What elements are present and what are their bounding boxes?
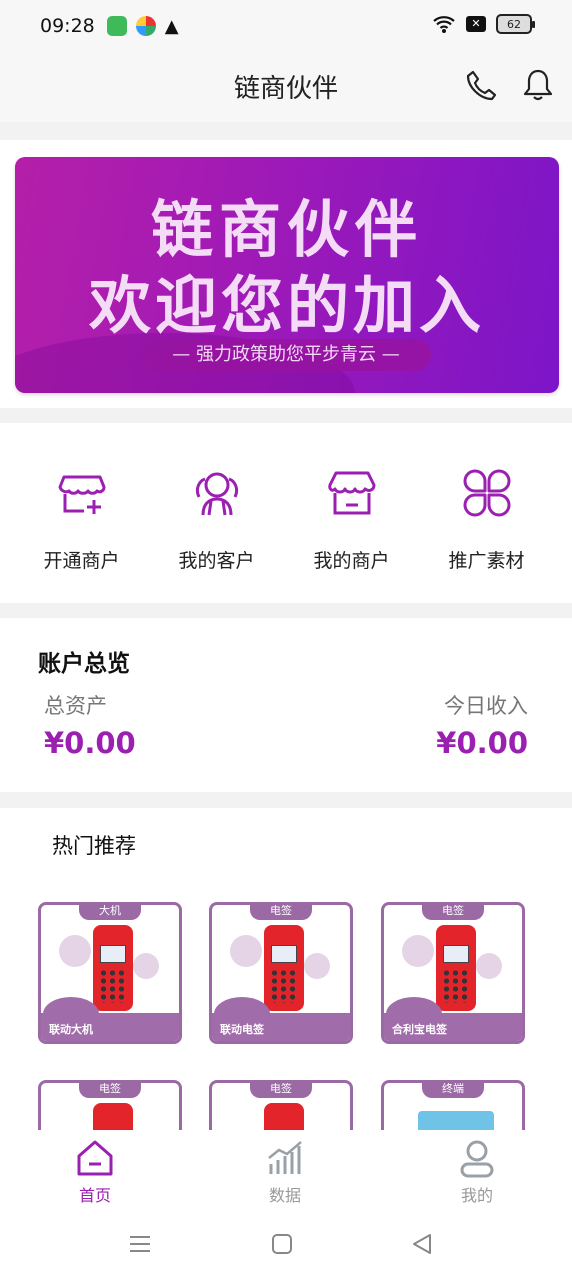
pos-terminal-image: [93, 1103, 133, 1130]
quick-action-my-customers[interactable]: 我的客户: [145, 423, 288, 603]
quick-action-label: 开通商户: [43, 550, 120, 572]
total-assets-label: 总资产: [44, 694, 107, 718]
home-icon: [77, 1140, 113, 1176]
shop-icon: [328, 471, 376, 515]
pos-screen: [100, 945, 126, 963]
banner-line-2: 欢迎您的加入: [88, 269, 485, 342]
grid-clover-icon: [463, 469, 511, 517]
warning-icon: ▲: [164, 15, 179, 37]
product-card[interactable]: 电签: [209, 1080, 353, 1130]
notification-app-icon: [106, 16, 127, 36]
menu-icon[interactable]: [128, 1232, 152, 1256]
tab-label: 首页: [78, 1186, 111, 1205]
pos-terminal-image: [436, 925, 476, 1011]
pos-screen: [271, 945, 297, 963]
back-icon[interactable]: [410, 1232, 434, 1256]
pos-keys: [270, 969, 298, 1003]
tab-label: 我的: [460, 1186, 493, 1205]
product-tag: 终端: [422, 1083, 484, 1098]
battery-level: 62: [507, 17, 521, 31]
promo-banner[interactable]: 链商伙伴 欢迎您的加入 — 强力政策助您平步青云 —: [15, 157, 559, 393]
quick-action-open-merchant[interactable]: 开通商户: [10, 423, 153, 603]
hot-recommendations: 热门推荐 大机 联动大机 电签 联动电签 电签 合利宝电签 电签 电签 终端: [0, 808, 572, 1130]
quick-action-promo-materials[interactable]: 推广素材: [415, 423, 558, 603]
product-card[interactable]: 大机 联动大机: [38, 902, 182, 1044]
today-income-label: 今日收入: [444, 694, 528, 718]
product-card[interactable]: 终端: [381, 1080, 525, 1130]
decor-dot: [402, 935, 434, 967]
battery-indicator: 62: [496, 14, 535, 34]
account-title: 账户总览: [38, 651, 130, 677]
decor-dot: [476, 953, 502, 979]
pos-keys: [442, 969, 470, 1003]
section-title: 热门推荐: [52, 834, 136, 858]
pos-terminal-image: [264, 1103, 304, 1130]
pos-terminal-image: [264, 925, 304, 1011]
tab-mine[interactable]: 我的: [382, 1130, 572, 1208]
bell-icon[interactable]: [521, 68, 555, 102]
customers-icon: [195, 472, 239, 516]
product-tag: 电签: [250, 905, 312, 920]
decor-dot: [59, 935, 91, 967]
store-add-icon: [58, 475, 106, 514]
product-card[interactable]: 电签 合利宝电签: [381, 902, 525, 1044]
tab-label: 数据: [268, 1186, 301, 1205]
quick-actions: 开通商户 我的客户 我的商户 推广素材: [0, 423, 572, 603]
wifi-icon: [433, 16, 455, 33]
decor-dot: [230, 935, 262, 967]
user-icon: [460, 1140, 494, 1178]
product-tag: 电签: [422, 905, 484, 920]
status-time: 09:28: [40, 15, 95, 37]
pos-screen: [443, 945, 469, 963]
product-card[interactable]: 电签: [38, 1080, 182, 1130]
product-tag: 电签: [79, 1083, 141, 1098]
quick-action-label: 推广素材: [448, 550, 525, 572]
bar-chart-icon: [268, 1141, 302, 1174]
quick-action-my-merchants[interactable]: 我的商户: [280, 423, 423, 603]
notification-app-icon-2: [135, 16, 156, 36]
status-bar: 09:28 ▲ ✕ 62: [0, 0, 572, 52]
terminal-image: [418, 1111, 494, 1130]
account-overview: 账户总览 总资产 今日收入 ¥0.00 ¥0.00: [0, 618, 572, 792]
product-tag: 大机: [79, 905, 141, 920]
today-income-value[interactable]: ¥0.00: [436, 726, 528, 760]
app-header: 链商伙伴: [0, 52, 572, 122]
tab-data[interactable]: 数据: [190, 1130, 380, 1208]
total-assets-value[interactable]: ¥0.00: [44, 726, 136, 760]
banner-slogan: — 强力政策助您平步青云 —: [141, 339, 431, 371]
decor-dot: [304, 953, 330, 979]
product-name: 联动大机: [49, 1023, 93, 1036]
product-tag: 电签: [250, 1083, 312, 1098]
product-card[interactable]: 电签 联动电签: [209, 902, 353, 1044]
product-name: 合利宝电签: [392, 1023, 447, 1036]
tab-home[interactable]: 首页: [0, 1130, 190, 1208]
quick-action-label: 我的商户: [313, 550, 390, 572]
decor-dot: [133, 953, 159, 979]
home-button-icon[interactable]: [270, 1232, 294, 1256]
pos-keys: [99, 969, 127, 1003]
system-nav-bar: [0, 1208, 572, 1280]
sim-icon: ✕: [466, 16, 486, 32]
quick-action-label: 我的客户: [178, 550, 255, 572]
bottom-tab-bar: 首页 数据 我的: [0, 1130, 572, 1208]
product-name: 联动电签: [220, 1023, 264, 1036]
phone-icon[interactable]: [464, 68, 498, 102]
pos-terminal-image: [93, 925, 133, 1011]
